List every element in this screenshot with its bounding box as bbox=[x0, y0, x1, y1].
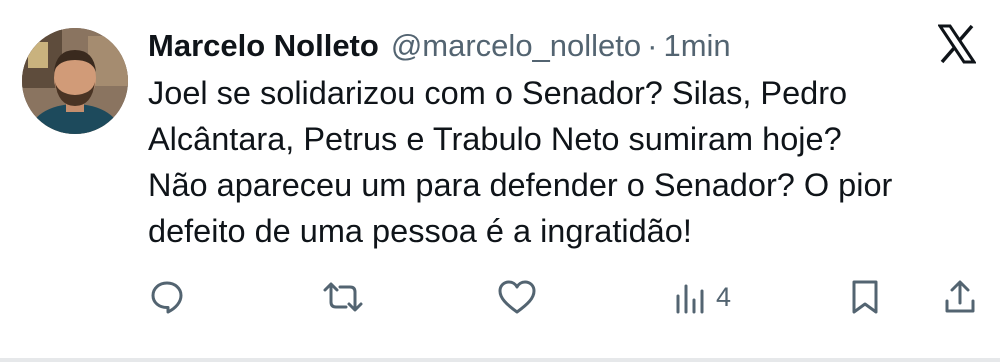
views-icon bbox=[676, 284, 704, 314]
reply-icon bbox=[151, 281, 183, 314]
repost-icon bbox=[323, 282, 363, 312]
bookmark-icon bbox=[852, 280, 878, 314]
views-button[interactable]: 4 bbox=[674, 274, 731, 320]
tweet-card: Marcelo Nolleto @marcelo_nolleto · 1min … bbox=[0, 0, 1000, 364]
avatar[interactable] bbox=[22, 28, 128, 134]
repost-button[interactable] bbox=[321, 274, 365, 320]
x-logo-icon[interactable] bbox=[937, 24, 977, 64]
tweet-text-line: Não apareceu um para defender o Senador?… bbox=[148, 167, 893, 203]
avatar-image bbox=[22, 28, 128, 134]
tweet-text-line: Alcântara, Petrus e Trabulo Neto sumiram… bbox=[148, 121, 842, 157]
like-icon bbox=[498, 280, 536, 314]
like-button[interactable] bbox=[497, 274, 537, 320]
author-handle[interactable]: @marcelo_nolleto bbox=[391, 26, 641, 66]
views-count: 4 bbox=[716, 282, 732, 312]
timestamp[interactable]: 1min bbox=[663, 26, 730, 66]
tweet-text-line: defeito de uma pessoa é a ingratidão! bbox=[148, 213, 692, 249]
action-bar: 4 bbox=[0, 274, 1000, 320]
separator-dot: · bbox=[647, 28, 658, 63]
divider bbox=[0, 358, 1000, 362]
reply-button[interactable] bbox=[150, 274, 184, 320]
tweet-header: Marcelo Nolleto @marcelo_nolleto · 1min bbox=[148, 26, 731, 66]
tweet-text: Joel se solidarizou com o Senador? Silas… bbox=[148, 70, 978, 254]
tweet-text-line: Joel se solidarizou com o Senador? Silas… bbox=[148, 75, 848, 111]
author-name[interactable]: Marcelo Nolleto bbox=[148, 26, 379, 66]
bookmark-button[interactable] bbox=[850, 274, 880, 320]
share-button[interactable] bbox=[943, 274, 977, 320]
share-icon bbox=[945, 280, 975, 313]
